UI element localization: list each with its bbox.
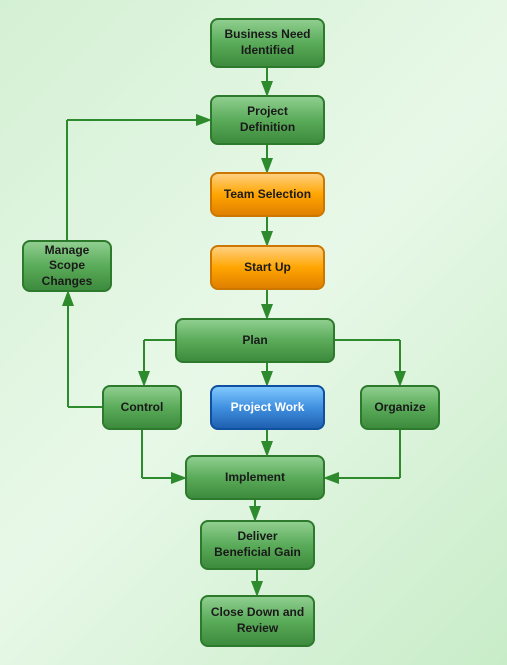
implement-box: Implement [185, 455, 325, 500]
start-up-label: Start Up [244, 260, 291, 276]
deliver-label: DeliverBeneficial Gain [214, 529, 301, 560]
organize-box: Organize [360, 385, 440, 430]
project-definition-label: ProjectDefinition [240, 104, 295, 135]
organize-label: Organize [374, 400, 425, 416]
business-need-label: Business NeedIdentified [224, 27, 310, 58]
start-up-box: Start Up [210, 245, 325, 290]
deliver-box: DeliverBeneficial Gain [200, 520, 315, 570]
manage-scope-label: Manage ScopeChanges [32, 243, 102, 290]
team-selection-box: Team Selection [210, 172, 325, 217]
plan-box: Plan [175, 318, 335, 363]
control-box: Control [102, 385, 182, 430]
team-selection-label: Team Selection [224, 187, 311, 203]
manage-scope-box: Manage ScopeChanges [22, 240, 112, 292]
implement-label: Implement [225, 470, 285, 486]
project-work-box: Project Work [210, 385, 325, 430]
control-label: Control [121, 400, 164, 416]
close-down-label: Close Down andReview [211, 605, 304, 636]
project-work-label: Project Work [231, 400, 305, 416]
business-need-box: Business NeedIdentified [210, 18, 325, 68]
plan-label: Plan [242, 333, 267, 349]
close-down-box: Close Down andReview [200, 595, 315, 647]
diagram: Business NeedIdentified ProjectDefinitio… [0, 0, 507, 665]
project-definition-box: ProjectDefinition [210, 95, 325, 145]
